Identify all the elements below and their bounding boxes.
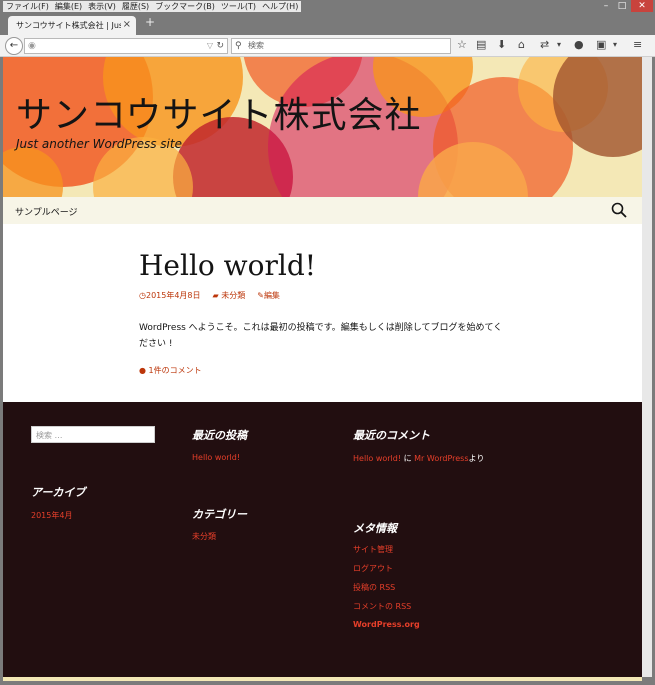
meta-title: メタ情報 xyxy=(353,522,397,535)
archive-link[interactable]: 2015年4月 xyxy=(31,510,72,521)
site-footer: 検索 … アーカイブ 2015年4月 最近の投稿 Hello world! カテ… xyxy=(3,402,642,677)
dropdown-arrow-icon[interactable]: ▽ xyxy=(207,39,213,53)
back-arrow-icon[interactable]: ← xyxy=(5,37,23,55)
post-date-link[interactable]: ◷2015年4月8日 xyxy=(139,290,201,301)
category-link[interactable]: 未分類 xyxy=(192,531,216,542)
download-icon[interactable]: ⬇ xyxy=(497,38,506,52)
browser-window: ファイル(F) 編集(E) 表示(V) 履歴(S) ブックマーク(B) ツール(… xyxy=(0,0,655,685)
post-date: 2015年4月8日 xyxy=(145,291,201,300)
chat-icon[interactable]: ● xyxy=(574,38,584,52)
vertical-scrollbar[interactable] xyxy=(642,57,652,677)
meta-link-comments-rss[interactable]: コメントの RSS xyxy=(353,601,411,612)
menu-view[interactable]: 表示(V) xyxy=(85,1,119,12)
comment-bubble-icon: ● xyxy=(139,366,146,375)
dropdown-icon-2[interactable]: ▾ xyxy=(613,38,617,52)
clock-icon: ◷ xyxy=(139,291,146,300)
site-title[interactable]: サンコウサイト株式会社 xyxy=(16,86,422,138)
menu-help[interactable]: ヘルプ(H) xyxy=(259,1,301,12)
navigation-toolbar: ← ◉ ▽ ↻ ⚲ 検索 ☆ ▤ ⬇ ⌂ ⇄ ▾ ● ▣ ▾ ≡ xyxy=(0,35,655,57)
site-navigation: サンプルページ xyxy=(3,197,642,224)
post-meta: ◷2015年4月8日 ▰ 未分類 ✎編集 xyxy=(139,290,280,301)
web-page: サンコウサイト株式会社 Just another WordPress site … xyxy=(3,57,642,677)
globe-icon: ◉ xyxy=(28,41,36,51)
comments-link[interactable]: ● 1件のコメント xyxy=(139,365,202,376)
dropdown-icon[interactable]: ▾ xyxy=(557,38,561,52)
menu-tools[interactable]: ツール(T) xyxy=(218,1,259,12)
tab-title: サンコウサイト株式会社 | Just a... xyxy=(16,21,121,30)
pencil-icon: ✎ xyxy=(257,291,264,300)
search-placeholder: 検索 xyxy=(248,41,264,50)
recent-comments-title: 最近のコメント xyxy=(353,429,430,442)
menu-bar: ファイル(F) 編集(E) 表示(V) 履歴(S) ブックマーク(B) ツール(… xyxy=(0,0,655,13)
bookmark-star-icon[interactable]: ☆ xyxy=(457,38,467,52)
sync-icon[interactable]: ⇄ xyxy=(540,38,549,52)
meta-link-wordpress-org[interactable]: WordPress.org xyxy=(353,620,420,629)
tab-active[interactable]: サンコウサイト株式会社 | Just a... × xyxy=(8,16,136,35)
categories-title: カテゴリー xyxy=(192,508,247,521)
site-description: Just another WordPress site xyxy=(16,137,182,151)
new-tab-icon[interactable]: + xyxy=(145,15,155,29)
menu-file[interactable]: ファイル(F) xyxy=(3,1,52,12)
footer-search-placeholder: 検索 … xyxy=(36,431,63,440)
browser-search-input[interactable]: ⚲ 検索 xyxy=(231,38,451,54)
screenshot-icon[interactable]: ▣ xyxy=(596,38,606,52)
search-icon[interactable] xyxy=(611,202,627,218)
post-edit-link[interactable]: ✎編集 xyxy=(257,290,280,301)
site-header: サンコウサイト株式会社 Just another WordPress site xyxy=(3,57,642,197)
meta-link-posts-rss[interactable]: 投稿の RSS xyxy=(353,582,395,593)
post-title[interactable]: Hello world! xyxy=(139,249,316,282)
post-content: WordPress へようこそ。これは最初の投稿です。編集もしくは削除してブログ… xyxy=(139,323,503,349)
nav-item-sample-page[interactable]: サンプルページ xyxy=(15,205,78,218)
recent-comment-post-link[interactable]: Hello world! xyxy=(353,454,401,463)
recent-comment-suffix: より xyxy=(468,454,485,463)
menu-history[interactable]: 履歴(S) xyxy=(119,1,152,12)
menu-edit[interactable]: 編集(E) xyxy=(52,1,85,12)
meta-link-logout[interactable]: ログアウト xyxy=(353,563,393,574)
folder-icon: ▰ xyxy=(212,291,219,300)
post-edit: 編集 xyxy=(263,291,280,300)
post-category-link[interactable]: ▰ 未分類 xyxy=(213,290,246,301)
minimize-button[interactable]: – xyxy=(599,0,613,12)
footer-search-input[interactable]: 検索 … xyxy=(31,426,155,443)
search-icon: ⚲ xyxy=(235,41,242,51)
recent-comment-author-link[interactable]: Mr WordPress xyxy=(414,454,468,463)
meta-link-site-admin[interactable]: サイト管理 xyxy=(353,544,393,555)
recent-posts-title: 最近の投稿 xyxy=(192,429,247,442)
home-icon[interactable]: ⌂ xyxy=(518,38,525,52)
maximize-button[interactable]: □ xyxy=(615,0,629,12)
tab-strip: サンコウサイト株式会社 | Just a... × + xyxy=(0,13,655,35)
reload-icon[interactable]: ↻ xyxy=(216,39,224,53)
recent-comment: Hello world! に Mr WordPressより xyxy=(353,453,484,464)
recent-post-link[interactable]: Hello world! xyxy=(192,453,240,462)
menu-hamburger-icon[interactable]: ≡ xyxy=(633,38,642,52)
post-category: 未分類 xyxy=(221,291,246,300)
recent-comment-on: に xyxy=(403,454,412,463)
url-bar[interactable]: ◉ ▽ ↻ xyxy=(24,38,228,54)
archives-title: アーカイブ xyxy=(31,486,86,499)
close-window-button[interactable]: ✕ xyxy=(631,0,653,12)
close-tab-icon[interactable]: × xyxy=(123,19,131,30)
bookmarks-list-icon[interactable]: ▤ xyxy=(476,38,486,52)
page-bottom-strip xyxy=(3,677,642,681)
comments-count: 1件のコメント xyxy=(148,366,202,375)
menu-bookmarks[interactable]: ブックマーク(B) xyxy=(152,1,218,12)
